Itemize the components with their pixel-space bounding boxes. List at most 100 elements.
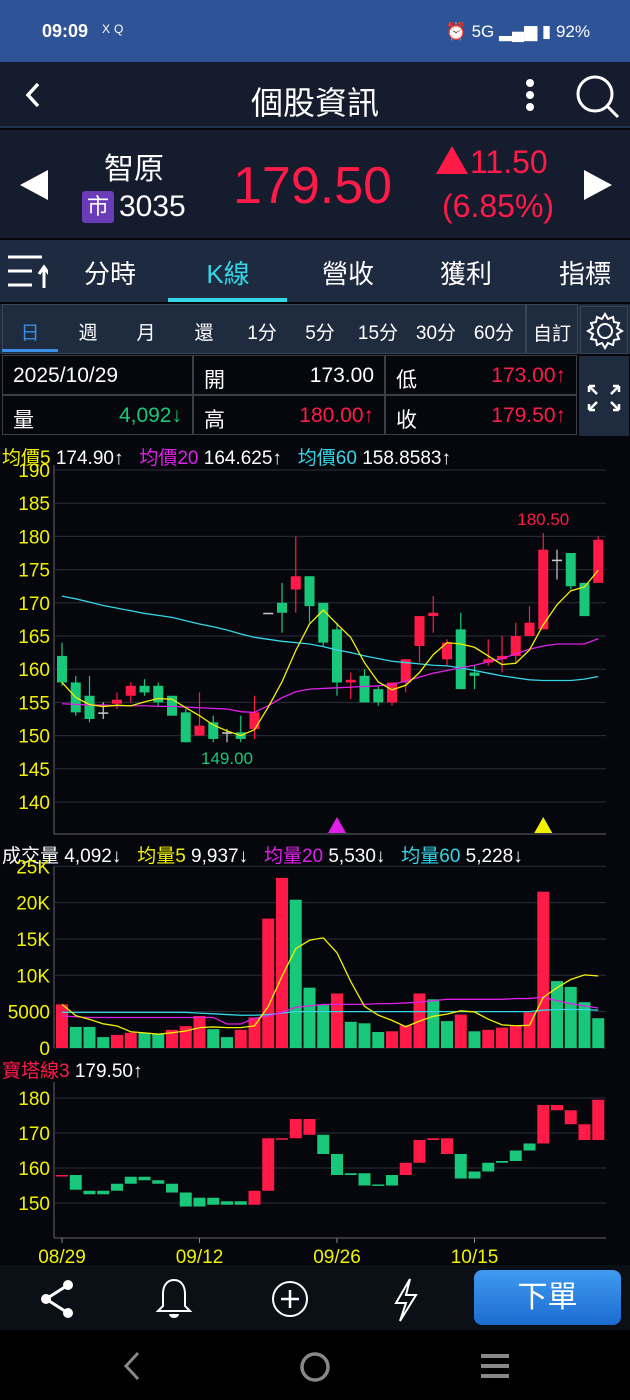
place-order-button[interactable]: 下單: [474, 1270, 621, 1325]
tab-profit[interactable]: 獲利: [406, 254, 526, 291]
period-5min[interactable]: 5分: [292, 318, 348, 345]
period-month[interactable]: 月: [118, 318, 174, 345]
tower-bar: [578, 1124, 591, 1140]
tower-bar: [276, 1138, 288, 1140]
candle-body: [332, 629, 342, 683]
lightning-icon[interactable]: [392, 1277, 420, 1323]
kline-chart[interactable]: 190 185 180 175 170 165 160 155 150 145 140 180.50 1…: [0, 462, 630, 1265]
period-1min[interactable]: 1分: [234, 318, 290, 345]
tower-bar: [69, 1175, 82, 1190]
tower-bar: [83, 1190, 96, 1195]
period-60min[interactable]: 60分: [466, 318, 522, 345]
status-bar: 09:09 XQ ⏰ 5G ▂▄▆ ▮ 92%: [0, 0, 630, 62]
close-value: 179.50↑: [491, 404, 566, 427]
candle-body: [125, 685, 136, 696]
ohlc-info-grid: 2025/10/29 開 173.00 低 173.00↑ 量 4,092↓ 高 180…: [0, 354, 577, 436]
info-volume: 量 4,092↓: [2, 395, 193, 435]
volume-tick-label: 0: [39, 1039, 50, 1060]
period-15min[interactable]: 15分: [350, 318, 406, 345]
volume-bar: [592, 1018, 605, 1048]
custom-period-button[interactable]: 自訂: [526, 304, 578, 354]
nav-back-icon[interactable]: [120, 1350, 144, 1382]
volume-bar: [69, 1026, 82, 1048]
tower-bar: [289, 1119, 302, 1139]
more-icon[interactable]: [520, 78, 540, 114]
high-label: 高: [204, 409, 225, 432]
fullscreen-button[interactable]: [579, 356, 629, 436]
sort-menu-icon[interactable]: [6, 254, 48, 290]
tower-bar: [372, 1184, 385, 1186]
vol-ma20-line: [61, 996, 599, 1025]
price-tick-label: 175: [18, 561, 50, 582]
tower-bar: [331, 1154, 343, 1175]
tower-tick-label: 160: [18, 1159, 50, 1180]
tower-bar: [496, 1161, 508, 1163]
vol-ma5-line: [61, 937, 599, 1035]
add-watchlist-icon[interactable]: [270, 1279, 310, 1319]
volume-bar: [276, 877, 288, 1048]
tower-bar: [138, 1176, 151, 1181]
tower-bar: [248, 1190, 261, 1205]
volume-bar: [399, 1025, 412, 1048]
period-week[interactable]: 週: [60, 318, 116, 345]
settings-gear-icon[interactable]: [580, 306, 628, 354]
x-tick-label: 10/15: [451, 1247, 499, 1265]
tower-bar: [234, 1201, 247, 1205]
low-value: 173.00↑: [491, 364, 566, 387]
tab-intraday[interactable]: 分時: [50, 254, 170, 291]
x-tick-label: 08/29: [38, 1247, 86, 1265]
volume-bar: [386, 1031, 398, 1048]
bottom-toolbar: 下單: [0, 1265, 630, 1330]
status-app-icons: XQ: [102, 22, 128, 36]
search-icon[interactable]: [574, 74, 622, 120]
period-30min[interactable]: 30分: [408, 318, 464, 345]
stock-name: 智原: [104, 153, 164, 186]
price-tick-label: 155: [18, 693, 50, 714]
tower-bar: [193, 1197, 206, 1207]
candle-body: [359, 675, 370, 703]
volume-bar: [537, 891, 550, 1048]
volume-bar: [124, 1032, 137, 1048]
nav-recents-icon[interactable]: [478, 1352, 512, 1380]
tower-bar: [111, 1183, 123, 1191]
candle-body: [84, 695, 95, 719]
share-icon[interactable]: [40, 1279, 76, 1319]
main-tabs: 分時 K線 營收 獲利 指標: [0, 240, 630, 302]
price-tick-label: 185: [18, 494, 50, 515]
volume-bar: [207, 1029, 220, 1048]
candle-body: [277, 602, 287, 613]
period-day[interactable]: 日: [2, 318, 58, 345]
tower-bar: [482, 1162, 495, 1172]
tab-kline[interactable]: K線: [168, 254, 288, 291]
tab-revenue[interactable]: 營收: [288, 254, 408, 291]
volume-bar: [358, 1023, 371, 1048]
prev-stock-icon[interactable]: [18, 168, 50, 202]
volume-bar: [468, 1031, 481, 1048]
period-adjusted[interactable]: 還: [176, 318, 232, 345]
high-value: 180.00↑: [299, 404, 374, 427]
candle-body: [263, 612, 274, 615]
volume-tick-label: 5000: [8, 1003, 50, 1024]
volume-bar: [289, 899, 302, 1048]
price-tick-label: 150: [18, 727, 50, 748]
tower-bar: [509, 1150, 522, 1161]
tower-bar: [523, 1143, 536, 1151]
next-stock-icon[interactable]: [582, 168, 614, 202]
price-tick-label: 165: [18, 627, 50, 648]
tower-bar: [592, 1099, 605, 1140]
tower-bar: [564, 1110, 577, 1125]
price-tick-label: 170: [18, 594, 50, 615]
volume-bar: [372, 1032, 385, 1048]
quote-panel: 智原 市 3035 179.50 11.50 (6.85%): [0, 130, 630, 238]
tab-indicators[interactable]: 指標: [525, 254, 630, 291]
volume-bar: [496, 1027, 508, 1048]
candle-body: [345, 679, 356, 683]
expand-icon: [587, 384, 621, 412]
nav-home-icon[interactable]: [298, 1350, 332, 1384]
alert-bell-icon[interactable]: [154, 1277, 194, 1321]
volume-bar: [344, 1021, 357, 1048]
tower-bar: [262, 1138, 275, 1191]
high-price-label: 180.50: [517, 510, 569, 529]
candle-body: [304, 576, 315, 607]
tower-bar: [427, 1138, 440, 1140]
